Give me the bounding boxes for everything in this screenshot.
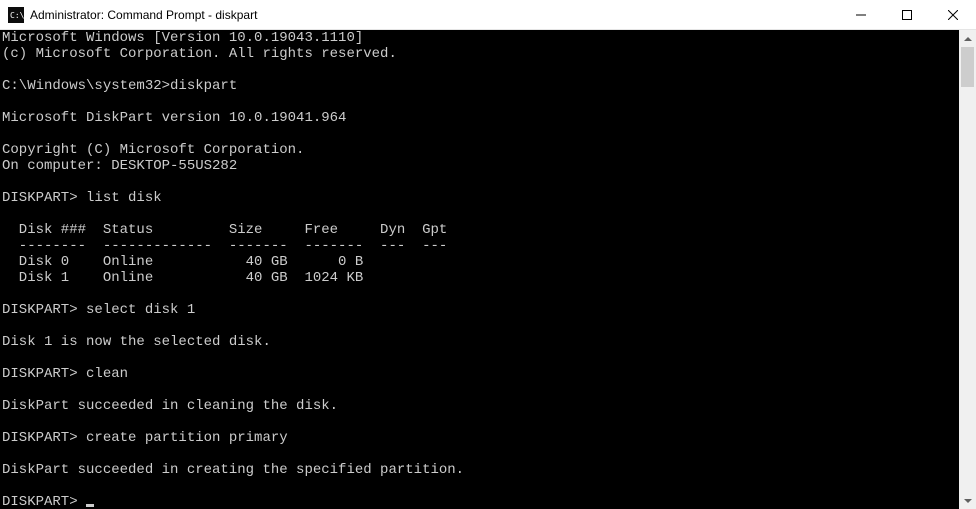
text-cursor bbox=[86, 504, 94, 507]
close-button[interactable] bbox=[930, 0, 976, 29]
vertical-scrollbar[interactable] bbox=[959, 30, 976, 509]
scroll-up-button[interactable] bbox=[959, 30, 976, 47]
scroll-thumb[interactable] bbox=[961, 47, 974, 87]
scroll-down-button[interactable] bbox=[959, 492, 976, 509]
maximize-button[interactable] bbox=[884, 0, 930, 29]
minimize-button[interactable] bbox=[838, 0, 884, 29]
terminal-area: Microsoft Windows [Version 10.0.19043.11… bbox=[0, 30, 976, 509]
terminal-output[interactable]: Microsoft Windows [Version 10.0.19043.11… bbox=[0, 30, 959, 509]
window-controls bbox=[838, 0, 976, 29]
cmd-icon: C:\ bbox=[8, 7, 24, 23]
titlebar: C:\ Administrator: Command Prompt - disk… bbox=[0, 0, 976, 30]
window-title: Administrator: Command Prompt - diskpart bbox=[30, 8, 838, 22]
svg-text:C:\: C:\ bbox=[10, 11, 24, 20]
